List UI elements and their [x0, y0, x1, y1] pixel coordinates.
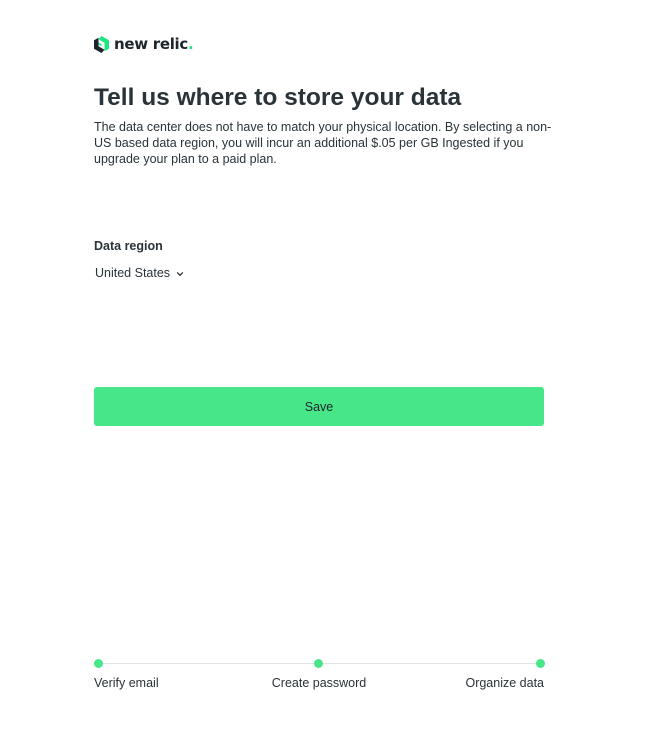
- new-relic-logo-icon: [94, 36, 109, 53]
- step-complete-indicator: [314, 659, 323, 668]
- chevron-down-icon: [176, 272, 184, 276]
- data-region-select[interactable]: United States: [94, 265, 185, 281]
- page-description: The data center does not have to match y…: [94, 120, 552, 166]
- page-title: Tell us where to store your data: [94, 84, 462, 111]
- data-region-selected-value: United States: [95, 266, 171, 280]
- save-button[interactable]: Save: [94, 387, 544, 426]
- step-complete-indicator: [536, 659, 545, 668]
- brand-dot: .: [187, 35, 194, 53]
- data-region-label: Data region: [94, 239, 163, 253]
- brand-name: new relic: [114, 35, 188, 53]
- brand-logo: new relic.: [94, 35, 194, 53]
- step-label: Verify email: [94, 676, 159, 690]
- brand-wordmark: new relic.: [114, 35, 194, 53]
- step-label: Organize data: [465, 676, 544, 690]
- step-label: Create password: [271, 676, 367, 690]
- step-complete-indicator: [94, 659, 103, 668]
- progress-stepper: Verify email Create password Organize da…: [94, 656, 546, 696]
